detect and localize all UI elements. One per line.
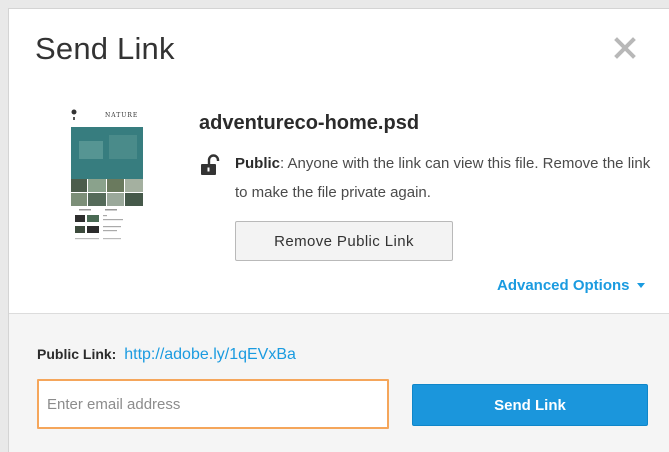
file-name: adventureco-home.psd: [199, 112, 420, 134]
send-link-button[interactable]: Send Link: [412, 384, 648, 426]
access-label: Public: [235, 155, 281, 172]
thumbnail-title: NATURE: [105, 112, 138, 119]
email-input[interactable]: [37, 379, 389, 429]
advanced-options-label: Advanced Options: [497, 277, 630, 294]
file-thumbnail: NATURE: [65, 101, 145, 247]
dialog-title: Send Link: [35, 31, 175, 66]
public-link-label: Public Link:: [37, 346, 117, 362]
share-footer: Public Link: http://adobe.ly/1qEVxBa Sen…: [9, 313, 669, 452]
advanced-options-link[interactable]: Advanced Options: [497, 277, 645, 294]
unlock-icon: [200, 154, 222, 176]
close-icon[interactable]: [612, 35, 638, 61]
caret-down-icon: [636, 283, 645, 288]
send-link-dialog: Send Link NATURE adventureco-home.psd Pu…: [8, 8, 669, 452]
access-description: Public: Anyone with the link can view th…: [235, 149, 655, 207]
page-background: Send Link NATURE adventureco-home.psd Pu…: [0, 0, 669, 452]
access-detail: Anyone with the link can view this file.…: [235, 155, 651, 201]
public-link-url[interactable]: http://adobe.ly/1qEVxBa: [124, 346, 296, 363]
public-link-row: Public Link: http://adobe.ly/1qEVxBa: [37, 346, 296, 364]
remove-public-link-button[interactable]: Remove Public Link: [235, 221, 453, 261]
